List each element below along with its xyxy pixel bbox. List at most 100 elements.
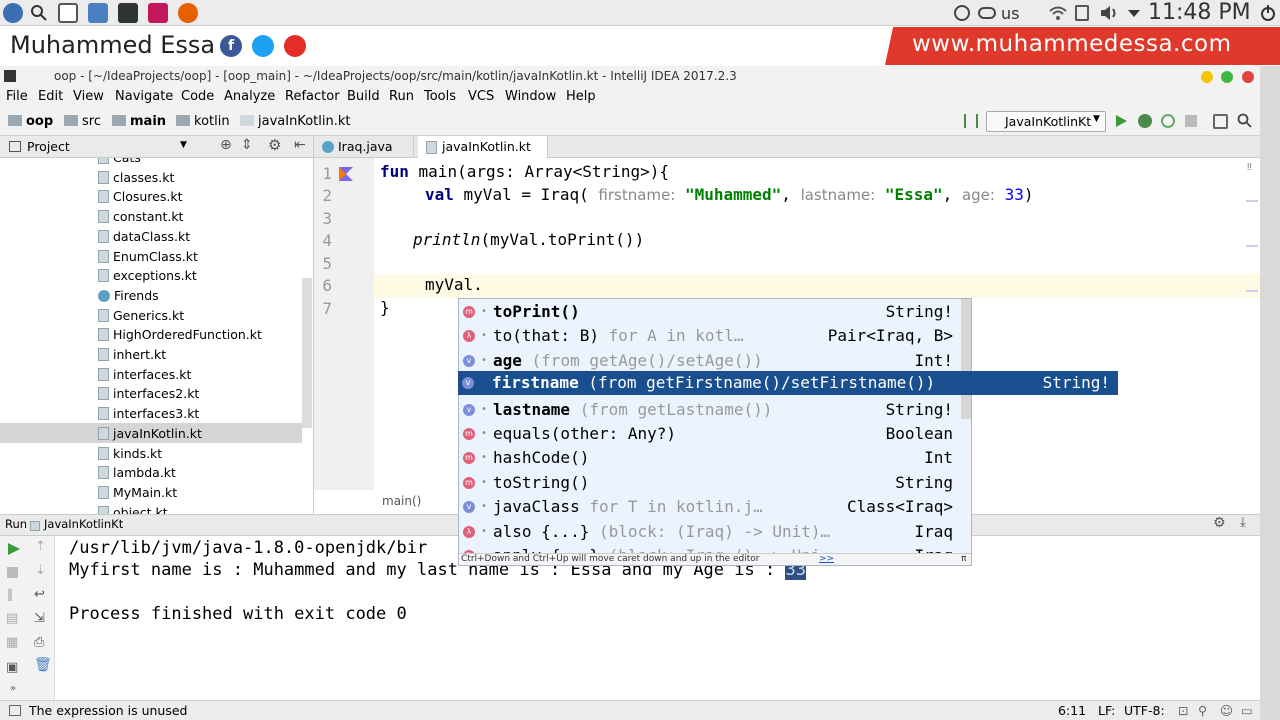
- completion-item[interactable]: m • equals(other: Any?) Boolean: [459, 422, 971, 446]
- error-stripe-mark[interactable]: [1246, 200, 1258, 202]
- lock-icon[interactable]: ⊡: [1178, 703, 1188, 718]
- popup-scrollbar[interactable]: [961, 299, 971, 419]
- completion-item[interactable]: λ • also {...} (block: (Iraq) -> Unit)… Ira…: [459, 520, 971, 544]
- settings-icon[interactable]: ▦: [6, 635, 18, 650]
- menu-vcs[interactable]: VCS: [468, 89, 494, 104]
- menu-window[interactable]: Window: [505, 89, 556, 104]
- menu-tools[interactable]: Tools: [424, 89, 456, 104]
- completion-item[interactable]: m • toPrint() String!: [459, 300, 971, 324]
- arrow-up-icon[interactable]: ⇡: [35, 539, 46, 554]
- completion-selected-row[interactable]: v firstname (from getFirstname()/setFirst…: [458, 371, 1118, 395]
- wifi-icon[interactable]: [1048, 3, 1068, 23]
- more-icon[interactable]: »: [10, 683, 16, 694]
- inspection-widget[interactable]: ‼: [1247, 162, 1252, 173]
- firefox-icon[interactable]: [178, 3, 198, 23]
- coverage-icon[interactable]: [1161, 114, 1175, 128]
- twitter-icon[interactable]: [252, 35, 274, 57]
- completion-item[interactable]: m • toString() String: [459, 471, 971, 495]
- menu-navigate[interactable]: Navigate: [115, 89, 173, 104]
- layout-icon[interactable]: ▣: [6, 660, 18, 675]
- menu-refactor[interactable]: Refactor: [285, 89, 340, 104]
- terminal-icon[interactable]: [118, 3, 138, 23]
- project-file-item[interactable]: dataClass.kt: [98, 227, 308, 247]
- rerun-icon[interactable]: [7, 542, 21, 560]
- error-stripe-mark[interactable]: [1246, 245, 1258, 247]
- breadcrumb-kotlin[interactable]: kotlin: [176, 114, 230, 129]
- keyboard-layout[interactable]: us: [1001, 4, 1019, 23]
- completion-item[interactable]: v • javaClass for T in kotlin.j… Class<Iraq…: [459, 495, 971, 519]
- project-scrollbar[interactable]: [302, 278, 312, 428]
- scroll-to-end-icon[interactable]: ⇲: [34, 611, 45, 626]
- accessibility-icon[interactable]: [954, 5, 970, 21]
- menu-view[interactable]: View: [73, 89, 104, 104]
- menu-analyze[interactable]: Analyze: [224, 89, 275, 104]
- minimize-button[interactable]: [1201, 71, 1213, 83]
- project-file-item[interactable]: MyMain.kt: [98, 483, 308, 503]
- run-config-name[interactable]: JavaInKotlinKt: [44, 517, 123, 531]
- caret-position[interactable]: 6:11: [1058, 703, 1086, 718]
- fedora-icon[interactable]: [3, 3, 23, 23]
- dump-threads-icon[interactable]: ▤: [6, 611, 18, 626]
- trash-icon[interactable]: 🗑: [34, 657, 52, 673]
- event-log-icon[interactable]: ▭: [1241, 703, 1253, 718]
- search-icon[interactable]: [29, 3, 49, 23]
- line-separator[interactable]: LF:: [1098, 703, 1115, 718]
- arrow-down-icon[interactable]: ⇣: [35, 563, 46, 578]
- project-file-item[interactable]: kinds.kt: [98, 444, 308, 464]
- hide-panel-icon[interactable]: ⤓: [1240, 515, 1246, 530]
- completion-item[interactable]: v • lastname (from getLastname()) String!: [459, 398, 971, 422]
- clock[interactable]: 11:48 PM: [1148, 0, 1251, 25]
- project-file-item[interactable]: inhert.kt: [98, 345, 308, 365]
- project-file-item[interactable]: interfaces.kt: [98, 365, 308, 385]
- toggle-tool-windows-icon[interactable]: [9, 705, 21, 716]
- tab-javainkotlin[interactable]: javaInKotlin.kt: [418, 136, 548, 158]
- menu-code[interactable]: Code: [181, 89, 214, 104]
- pin-icon[interactable]: π: [961, 554, 966, 564]
- run-config-select[interactable]: JavaInKotlinKt ▼: [986, 111, 1106, 132]
- wrap-icon[interactable]: ↩: [34, 587, 45, 602]
- project-file-item[interactable]: Generics.kt: [98, 306, 308, 326]
- clipboard-icon[interactable]: [1075, 5, 1089, 21]
- popup-footer-link[interactable]: >>: [819, 554, 834, 564]
- breadcrumb-main[interactable]: main: [112, 114, 166, 129]
- completion-item[interactable]: v • age (from getAge()/setAge()) Int!: [459, 349, 971, 373]
- project-file-item[interactable]: interfaces3.kt: [98, 404, 308, 424]
- hector-icon[interactable]: ☺: [1220, 703, 1233, 718]
- intellij-icon[interactable]: [148, 3, 168, 23]
- project-file-item[interactable]: Firends: [98, 286, 308, 306]
- build-arrows-icon[interactable]: [964, 114, 978, 128]
- menu-file[interactable]: File: [6, 89, 28, 104]
- chevron-down-icon[interactable]: ▼: [180, 140, 187, 150]
- completion-item[interactable]: m • hashCode() Int: [459, 446, 971, 470]
- chevron-down-icon[interactable]: [1124, 3, 1144, 23]
- breadcrumb-oop[interactable]: oop: [8, 114, 53, 129]
- menu-build[interactable]: Build: [347, 89, 380, 104]
- gear-icon[interactable]: ⚙: [1213, 515, 1226, 531]
- file-encoding[interactable]: UTF-8:: [1124, 703, 1165, 718]
- desktop-icon[interactable]: [58, 3, 78, 23]
- project-file-item[interactable]: Cats: [98, 158, 308, 168]
- locate-icon[interactable]: ⊕: [220, 137, 232, 153]
- run-gutter-icon[interactable]: [338, 166, 354, 186]
- completion-popup[interactable]: m • toPrint() String! λ • to(that: B) for A in…: [458, 298, 972, 566]
- search-everywhere-icon[interactable]: [1237, 113, 1253, 133]
- project-file-item[interactable]: javaInKotlin.kt: [98, 424, 308, 444]
- menu-help[interactable]: Help: [566, 89, 596, 104]
- files-icon[interactable]: [88, 3, 108, 23]
- menu-run[interactable]: Run: [389, 89, 414, 104]
- hide-icon[interactable]: ⇤: [294, 137, 306, 153]
- project-file-item[interactable]: HighOrderedFunction.kt: [98, 325, 308, 345]
- project-file-item[interactable]: exceptions.kt: [98, 266, 308, 286]
- menu-edit[interactable]: Edit: [38, 89, 63, 104]
- project-file-item[interactable]: interfaces2.kt: [98, 384, 308, 404]
- debug-icon[interactable]: [1138, 114, 1152, 128]
- run-icon[interactable]: [1114, 114, 1128, 132]
- project-file-item[interactable]: lambda.kt: [98, 463, 308, 483]
- print-icon[interactable]: ⎙: [34, 635, 44, 650]
- facebook-icon[interactable]: f: [220, 35, 242, 57]
- close-button[interactable]: [1242, 71, 1254, 83]
- error-stripe-mark[interactable]: [1246, 290, 1258, 292]
- project-file-item[interactable]: Closures.kt: [98, 187, 308, 207]
- vcs-icon[interactable]: ⚲: [1198, 703, 1207, 718]
- project-file-item[interactable]: EnumClass.kt: [98, 247, 308, 267]
